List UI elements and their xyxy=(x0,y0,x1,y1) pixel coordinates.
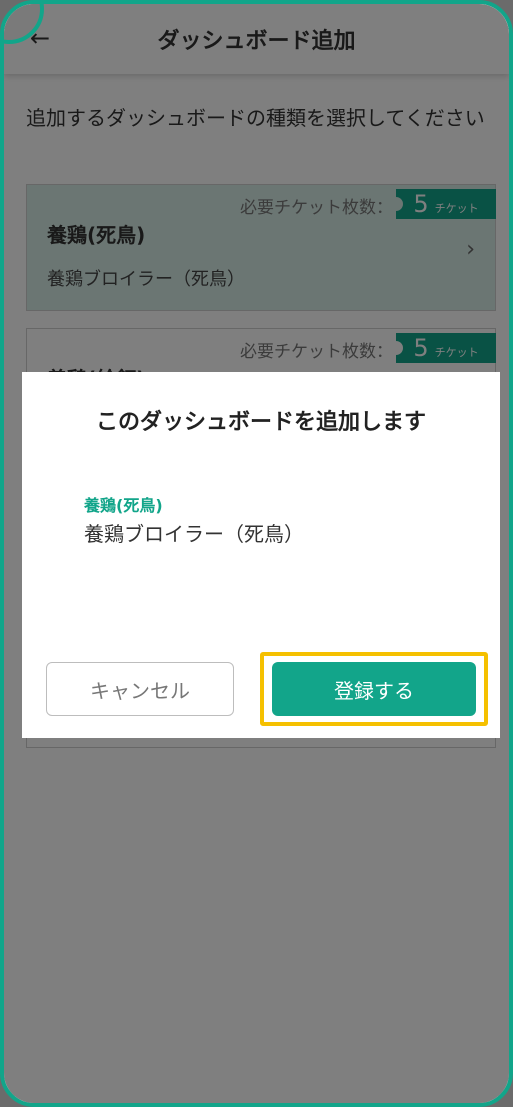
confirm-dialog: このダッシュボードを追加します 養鶏(死鳥) 養鶏ブロイラー（死鳥） キャンセル… xyxy=(22,372,500,738)
dialog-item-subtitle: 養鶏ブロイラー（死鳥） xyxy=(84,522,304,546)
highlight-frame: 登録する xyxy=(260,652,488,726)
dialog-item-title: 養鶏(死鳥) xyxy=(84,496,163,515)
dialog-title: このダッシュボードを追加します xyxy=(95,410,426,435)
phone-frame: ← ダッシュボード追加 追加するダッシュボードの種類を選択してください 必要チケ… xyxy=(0,0,513,1107)
register-button[interactable]: 登録する xyxy=(272,662,476,716)
cancel-button[interactable]: キャンセル xyxy=(46,662,234,716)
